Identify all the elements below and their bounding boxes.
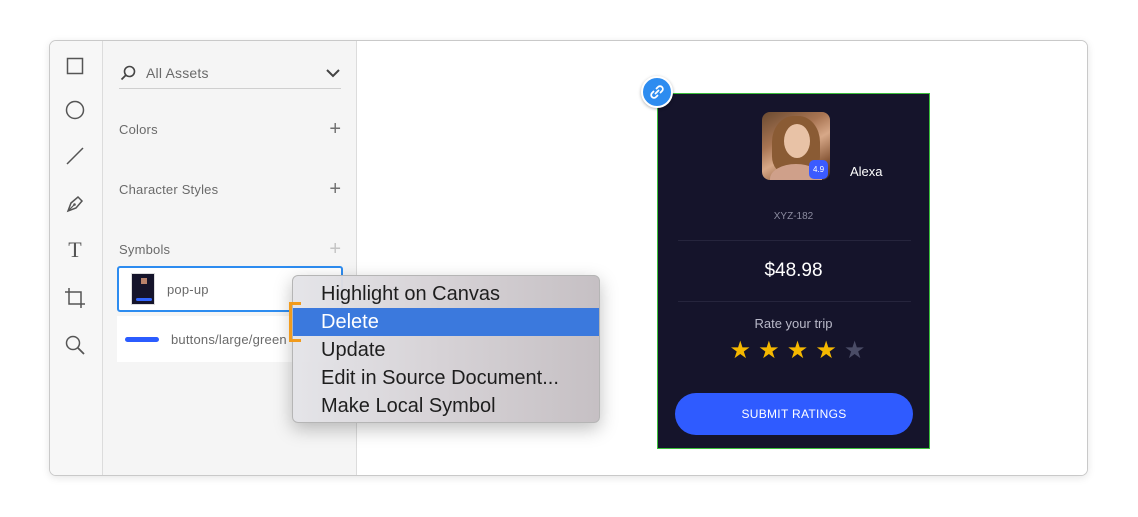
- star-icon[interactable]: ★: [812, 338, 841, 364]
- artboard-icon: [65, 288, 85, 308]
- character-styles-section: Character Styles +: [119, 177, 341, 201]
- annotation-bracket: [289, 302, 301, 342]
- asset-filter-label: All Assets: [146, 64, 209, 81]
- rate-label: Rate your trip: [754, 316, 833, 331]
- user-name: Alexa: [850, 164, 883, 179]
- search-icon: [120, 65, 136, 80]
- add-color-button[interactable]: +: [329, 119, 341, 139]
- popup-artboard[interactable]: 4.9 Alexa XYZ-182 $48.98 Rate your trip …: [657, 93, 930, 449]
- star-icon[interactable]: ★: [783, 338, 812, 364]
- add-symbol-button[interactable]: +: [329, 239, 341, 259]
- zoom-icon: [65, 335, 85, 355]
- rectangle-icon: [66, 57, 84, 75]
- add-character-style-button[interactable]: +: [329, 179, 341, 199]
- divider: [678, 301, 911, 302]
- colors-section: Colors +: [119, 117, 341, 141]
- symbol-thumbnail: [131, 273, 155, 305]
- asset-filter-dropdown[interactable]: All Assets: [119, 57, 341, 89]
- character-styles-title: Character Styles: [119, 181, 219, 197]
- star-icon[interactable]: ★: [840, 338, 869, 364]
- star-icon[interactable]: ★: [755, 338, 784, 364]
- ellipse-tool[interactable]: [62, 97, 88, 123]
- submit-ratings-button[interactable]: SUBMIT RATINGS: [675, 393, 913, 435]
- rectangle-tool[interactable]: [62, 53, 88, 79]
- colors-title: Colors: [119, 121, 158, 137]
- star-icon[interactable]: ★: [726, 338, 755, 364]
- rating-badge: 4.9: [809, 160, 828, 179]
- tool-bar: T: [50, 41, 103, 475]
- menu-item-highlight-on-canvas[interactable]: Highlight on Canvas: [293, 280, 599, 308]
- symbol-thumbnail: [125, 336, 159, 342]
- price: $48.98: [764, 260, 823, 281]
- context-menu: Highlight on Canvas Delete Update Edit i…: [292, 275, 600, 423]
- chevron-down-icon[interactable]: [325, 68, 341, 78]
- pen-tool[interactable]: [62, 191, 88, 217]
- menu-item-make-local-symbol[interactable]: Make Local Symbol: [293, 392, 599, 420]
- symbol-name: buttons/large/green: [171, 331, 287, 347]
- symbols-section: Symbols +: [119, 237, 341, 261]
- line-tool[interactable]: [62, 143, 88, 169]
- text-icon: T: [68, 237, 82, 262]
- symbol-name: pop-up: [167, 281, 209, 297]
- star-rating[interactable]: ★ ★ ★ ★ ★: [726, 338, 869, 364]
- pen-icon: [66, 195, 84, 213]
- divider: [678, 240, 911, 241]
- link-icon[interactable]: [641, 76, 673, 108]
- ellipse-icon: [65, 100, 85, 120]
- artboard-tool[interactable]: [62, 285, 88, 311]
- menu-item-update[interactable]: Update: [293, 336, 599, 364]
- menu-item-edit-in-source-document[interactable]: Edit in Source Document...: [293, 364, 599, 392]
- zoom-tool[interactable]: [62, 332, 88, 358]
- symbols-title: Symbols: [119, 241, 171, 257]
- line-icon: [66, 147, 84, 165]
- user-id: XYZ-182: [773, 211, 814, 222]
- menu-item-delete[interactable]: Delete: [293, 308, 599, 336]
- text-tool[interactable]: T: [62, 237, 88, 263]
